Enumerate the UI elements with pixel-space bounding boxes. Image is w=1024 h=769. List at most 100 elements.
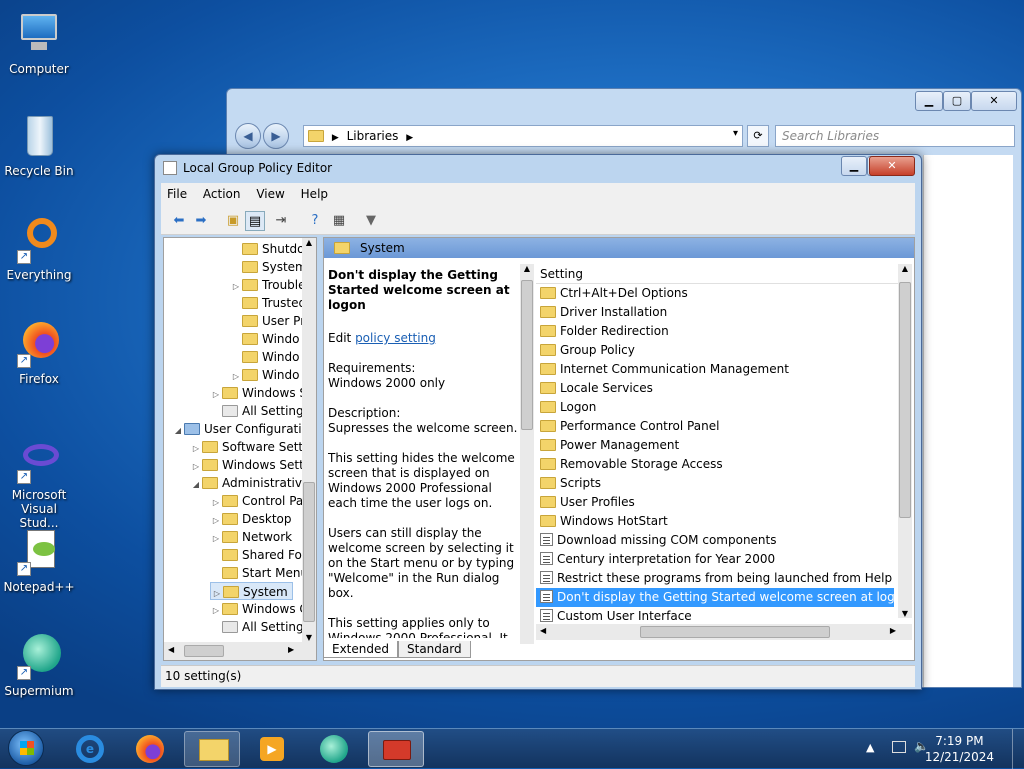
list-item[interactable]: Scripts	[536, 474, 912, 493]
list-item[interactable]: Internet Communication Management	[536, 360, 912, 379]
desktop-icon-recycle-bin[interactable]: Recycle Bin	[2, 112, 76, 178]
taskbar-media-player[interactable]: ▶	[244, 731, 300, 767]
network-icon[interactable]	[892, 741, 906, 753]
forward-button[interactable]: ▶	[263, 123, 289, 149]
tree-item[interactable]: ▷ Windows C	[210, 600, 308, 618]
scroll-thumb[interactable]	[521, 280, 533, 430]
scroll-left-icon[interactable]: ◀	[168, 645, 174, 654]
menu-view[interactable]: View	[250, 183, 290, 201]
list-item-selected[interactable]: Don't display the Getting Started welcom…	[536, 588, 910, 607]
gpe-window[interactable]: Local Group Policy Editor ▁ ▢ ✕ File Act…	[154, 154, 922, 690]
list-item[interactable]: Performance Control Panel	[536, 417, 912, 436]
list-item[interactable]: Locale Services	[536, 379, 912, 398]
list-item[interactable]: Logon	[536, 398, 912, 417]
show-desktop-button[interactable]	[1012, 729, 1024, 769]
tree-item[interactable]: ▷Software Settings	[190, 438, 316, 456]
help-icon[interactable]: ?	[305, 211, 325, 231]
show-hidden-icons-icon[interactable]: ▲	[866, 741, 874, 754]
refresh-icon[interactable]: ⟳	[747, 125, 769, 147]
desktop-icon-visual-studio[interactable]: ↗ Microsoft Visual Stud...	[2, 436, 76, 530]
tree-horizontal-scrollbar[interactable]: ◀ ▶	[164, 642, 316, 660]
tree-item[interactable]: ▷ Control Panel	[210, 492, 316, 510]
tree-item[interactable]: ▷ Desktop	[210, 510, 292, 528]
list-horizontal-scrollbar[interactable]: ◀ ▶	[536, 624, 912, 640]
clock[interactable]: 7:19 PM 12/21/2024	[925, 733, 994, 765]
scroll-right-icon[interactable]: ▶	[890, 626, 896, 635]
scroll-up-icon[interactable]: ▲	[302, 238, 316, 247]
collapse-icon[interactable]: ◢	[172, 422, 184, 440]
minimize-button[interactable]: ▁	[915, 91, 943, 111]
tree-item[interactable]: ▷Windows Settings	[190, 456, 316, 474]
address-bar[interactable]: ▶ Libraries ▶ ▾	[303, 125, 743, 147]
tree-item[interactable]: Windo	[242, 330, 300, 348]
list-item[interactable]: Ctrl+Alt+Del Options	[536, 284, 912, 303]
desktop-icon-supermium[interactable]: ↗ Supermium	[2, 632, 76, 698]
tab-extended[interactable]: Extended	[323, 641, 398, 658]
taskbar-internet-explorer[interactable]: e	[62, 731, 118, 767]
tree-vertical-scrollbar[interactable]: ▲ ▼	[302, 238, 316, 642]
desktop-icon-computer[interactable]: Computer	[2, 10, 76, 76]
close-button[interactable]: ✕	[869, 156, 915, 176]
taskbar-supermium[interactable]	[306, 731, 362, 767]
desktop-icon-notepad-plus-plus[interactable]: ↗ Notepad++	[2, 528, 76, 594]
taskbar-group-policy-editor[interactable]	[368, 731, 424, 767]
dropdown-icon[interactable]: ▾	[733, 128, 738, 139]
start-button[interactable]	[8, 730, 44, 766]
close-button[interactable]: ✕	[971, 91, 1017, 111]
tree-item[interactable]: ◢ User Configuration	[172, 420, 316, 440]
collapse-icon[interactable]: ◢	[190, 476, 202, 494]
tree-item[interactable]: ▷Windows Settings	[210, 384, 316, 404]
scroll-left-icon[interactable]: ◀	[540, 626, 546, 635]
list-item[interactable]: Century interpretation for Year 2000	[536, 550, 912, 569]
list-item[interactable]: Removable Storage Access	[536, 455, 912, 474]
tree-item[interactable]: Trusted	[242, 294, 306, 312]
taskbar-firefox[interactable]	[122, 731, 178, 767]
list-item[interactable]: Folder Redirection	[536, 322, 912, 341]
back-button[interactable]: ◀	[235, 123, 261, 149]
tree-item[interactable]: System	[242, 258, 307, 276]
menu-help[interactable]: Help	[295, 183, 334, 201]
forward-arrow-icon[interactable]: ➡	[191, 211, 211, 231]
expand-icon[interactable]: ▷	[210, 386, 222, 404]
expand-icon[interactable]: ▷	[230, 278, 242, 296]
scroll-down-icon[interactable]: ▼	[898, 609, 912, 618]
tree-item[interactable]: All Setting	[222, 618, 304, 636]
tree-pane[interactable]: Shutdown System ▷Troubleshooting Trusted…	[163, 237, 317, 661]
taskbar-explorer[interactable]	[184, 731, 240, 767]
maximize-button[interactable]: ▢	[943, 91, 971, 111]
tree-item[interactable]: Shared Fol	[222, 546, 305, 564]
menu-file[interactable]: File	[161, 183, 193, 201]
tree-item[interactable]: ▷ Network	[210, 528, 292, 546]
show-hide-tree-icon[interactable]: ▤	[245, 211, 265, 231]
scroll-thumb[interactable]	[303, 482, 315, 622]
scroll-right-icon[interactable]: ▶	[288, 645, 294, 654]
list-item[interactable]: Power Management	[536, 436, 912, 455]
menu-action[interactable]: Action	[197, 183, 247, 201]
tree-item[interactable]: ▷ Windo	[230, 366, 300, 384]
policy-setting-link[interactable]: policy setting	[355, 331, 436, 345]
expand-icon[interactable]: ▷	[210, 602, 222, 620]
tree-item[interactable]: User Pr	[242, 312, 305, 330]
tab-standard[interactable]: Standard	[398, 641, 471, 658]
back-arrow-icon[interactable]: ⬅	[169, 211, 189, 231]
list-item[interactable]: Restrict these programs from being launc…	[536, 569, 912, 588]
scroll-thumb[interactable]	[640, 626, 830, 638]
list-item[interactable]: Group Policy	[536, 341, 912, 360]
list-vertical-scrollbar[interactable]: ▲ ▼	[898, 264, 912, 618]
desktop-icon-firefox[interactable]: ↗ Firefox	[2, 320, 76, 386]
up-folder-icon[interactable]: ▣	[223, 211, 243, 231]
tree-item[interactable]: Windo	[242, 348, 300, 366]
list-item[interactable]: Driver Installation	[536, 303, 912, 322]
tree-item[interactable]: Start Menu	[222, 564, 308, 582]
scroll-up-icon[interactable]: ▲	[898, 264, 912, 273]
scroll-up-icon[interactable]: ▲	[520, 264, 534, 273]
scroll-thumb[interactable]	[899, 282, 911, 518]
column-header-setting[interactable]: Setting	[536, 264, 912, 284]
list-item[interactable]: Windows HotStart	[536, 512, 912, 531]
desktop-icon-everything[interactable]: ↗ Everything	[2, 216, 76, 282]
tree-item[interactable]: ◢ Administrative	[190, 474, 309, 492]
tree-item[interactable]: All Settings	[222, 402, 310, 420]
scroll-thumb[interactable]	[184, 645, 224, 657]
export-list-icon[interactable]: ⇥	[271, 211, 291, 231]
list-item[interactable]: Download missing COM components	[536, 531, 912, 550]
